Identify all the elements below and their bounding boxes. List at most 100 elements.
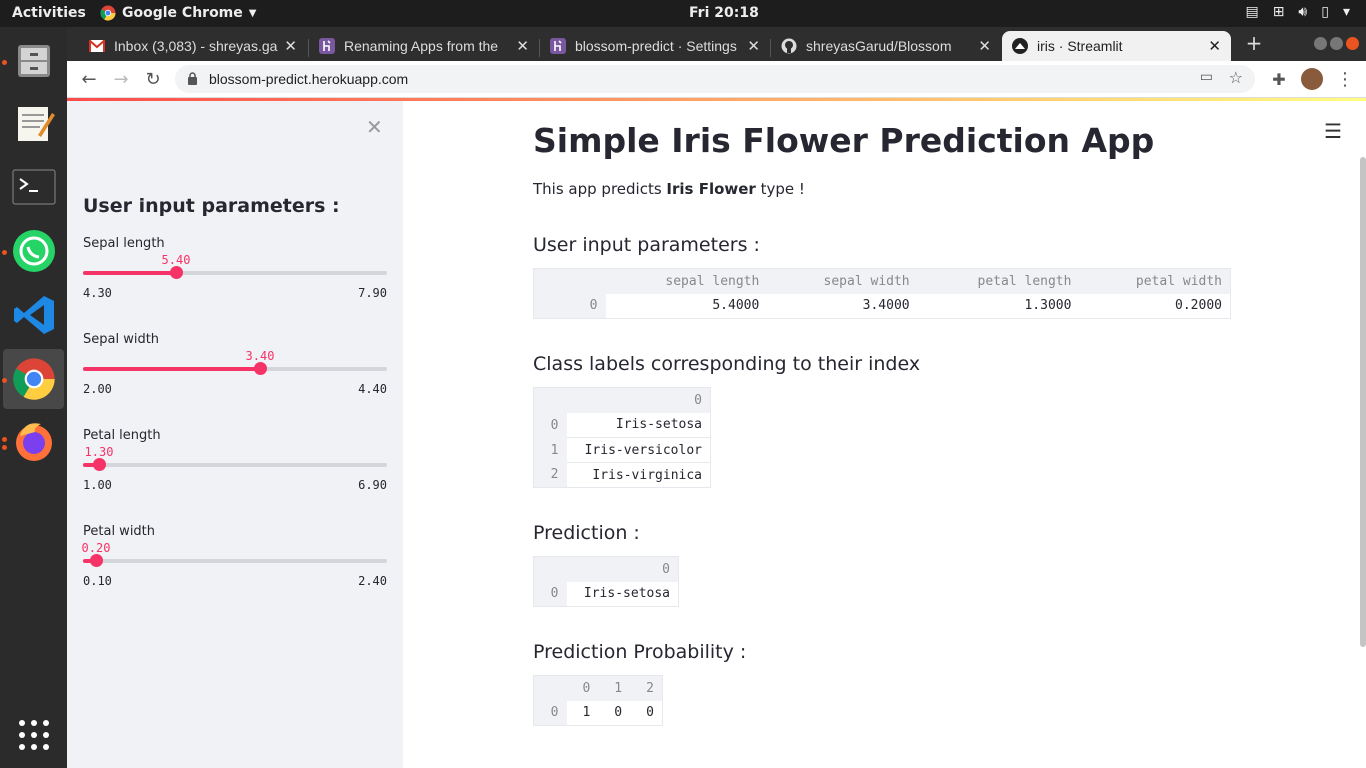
close-window-button[interactable] [1346, 37, 1359, 50]
close-sidebar-icon[interactable]: ✕ [366, 115, 383, 139]
new-tab-button[interactable]: + [1242, 31, 1266, 55]
index-header [533, 387, 567, 413]
chrome-icon [100, 5, 116, 21]
tab-title: iris · Streamlit [1037, 38, 1123, 54]
cast-icon[interactable]: ▭ [1200, 69, 1213, 85]
slider-value: 5.40 [161, 253, 191, 267]
star-icon[interactable]: ☆ [1229, 68, 1243, 87]
slider-thumb[interactable] [254, 362, 267, 375]
close-icon[interactable]: ✕ [516, 37, 529, 55]
tab-title: Inbox (3,083) - shreyas.ga [114, 38, 278, 54]
slider-fill [83, 367, 260, 371]
close-icon[interactable]: ✕ [978, 37, 991, 55]
slider-value: 3.40 [245, 349, 275, 363]
hamburger-menu-icon[interactable]: ☰ [1324, 119, 1342, 143]
tab-github[interactable]: shreyasGarud/Blossom ✕ [771, 31, 1001, 61]
tab-streamlit[interactable]: iris · Streamlit ✕ [1002, 31, 1231, 61]
slider-track[interactable] [83, 559, 387, 563]
slider-label: Sepal width [83, 332, 160, 347]
table-cell: 0.2000 [1079, 293, 1231, 319]
slider-thumb[interactable] [170, 266, 183, 279]
slider-value: 0.20 [81, 541, 111, 555]
tab-heroku-settings[interactable]: blossom-predict · Settings ✕ [540, 31, 770, 61]
url-text: blossom-predict.herokuapp.com [209, 71, 409, 87]
column-header: 0 [566, 556, 679, 582]
dock-firefox[interactable] [3, 411, 64, 471]
slider-petal-width[interactable]: Petal width 0.20 0.10 2.40 [81, 524, 387, 614]
slider-value: 1.30 [84, 445, 114, 459]
row-index: 2 [533, 462, 567, 488]
table-row: 0 Iris-setosa [533, 412, 711, 438]
tab-title: blossom-predict · Settings [575, 38, 737, 54]
tab-title: shreyasGarud/Blossom [806, 38, 952, 54]
sidebar-title: User input parameters : [83, 195, 340, 217]
tab-heroku-renaming[interactable]: Renaming Apps from the ✕ [309, 31, 539, 61]
index-header [533, 268, 606, 294]
streamlit-icon [1012, 38, 1028, 54]
heroku-icon [550, 38, 566, 54]
firefox-icon [15, 423, 52, 461]
file-cabinet-icon [17, 45, 50, 77]
address-bar[interactable]: blossom-predict.herokuapp.com ▭ ☆ [175, 65, 1255, 93]
slider-sepal-length[interactable]: Sepal length 5.40 4.30 7.90 [83, 236, 387, 326]
table-cell: Iris-setosa [566, 412, 711, 438]
clock[interactable]: Fri 20:18 [689, 5, 759, 21]
whatsapp-icon [12, 230, 55, 272]
column-header: petal width [1079, 268, 1231, 294]
github-icon [781, 38, 797, 54]
terminal-icon [12, 169, 55, 205]
slider-label: Sepal length [83, 236, 165, 251]
activities-button[interactable]: Activities [12, 5, 86, 21]
network-icon[interactable]: ⊞ [1273, 4, 1285, 20]
close-icon[interactable]: ✕ [747, 37, 760, 55]
maximize-button[interactable] [1330, 37, 1343, 50]
slider-sepal-width[interactable]: Sepal width 3.40 2.00 4.40 [83, 332, 387, 422]
battery-icon[interactable]: ▯ [1321, 4, 1329, 20]
back-arrow-icon[interactable]: ← [77, 67, 101, 91]
column-header: sepal length [605, 268, 768, 294]
table-cell: 0 [598, 700, 631, 726]
table-cell: Iris-versicolor [566, 437, 711, 463]
close-icon[interactable]: ✕ [284, 37, 297, 55]
extensions-icon[interactable]: ✚ [1267, 67, 1291, 91]
close-icon[interactable]: ✕ [1208, 37, 1221, 55]
table-cell: 0 [630, 700, 663, 726]
dock-chrome[interactable] [3, 349, 64, 409]
table-row: 0 5.4000 3.4000 1.3000 0.2000 [533, 293, 1231, 319]
page-title: Simple Iris Flower Prediction App [533, 121, 1155, 160]
scrollbar[interactable] [1360, 157, 1366, 647]
column-header: sepal width [767, 268, 918, 294]
system-top-bar: Activities Google Chrome ▼ Fri 20:18 ▤ ⊞… [0, 0, 1366, 27]
section-heading-prediction: Prediction : [533, 522, 640, 544]
forward-arrow-icon[interactable]: → [109, 67, 133, 91]
dock-vscode[interactable] [3, 285, 64, 345]
volume-icon[interactable]: 🔊︎ [1298, 4, 1307, 20]
row-index: 1 [533, 437, 567, 463]
power-menu-icon[interactable]: ▾ [1343, 4, 1350, 20]
heroku-icon [319, 38, 335, 54]
dock-terminal[interactable] [3, 157, 64, 217]
row-index: 0 [533, 581, 567, 607]
dock-files[interactable] [3, 31, 64, 91]
avatar[interactable] [1300, 67, 1324, 91]
slider-petal-length[interactable]: Petal length 1.30 1.00 6.90 [83, 428, 387, 518]
section-heading-probability: Prediction Probability : [533, 641, 747, 663]
dock-text-editor[interactable] [3, 93, 64, 153]
dock-whatsapp[interactable] [3, 221, 64, 281]
gmail-icon [89, 40, 105, 52]
intro-text: This app predicts Iris Flower type ! [533, 180, 805, 198]
dock-show-apps[interactable] [3, 705, 64, 765]
app-menu[interactable]: Google Chrome ▼ [100, 5, 256, 21]
tab-gmail[interactable]: Inbox (3,083) - shreyas.ga ✕ [79, 31, 307, 61]
slider-track[interactable] [83, 463, 387, 467]
minimize-button[interactable] [1314, 37, 1327, 50]
kebab-menu-icon[interactable]: ⋮ [1333, 67, 1357, 91]
text-editor-icon [17, 107, 55, 141]
keyboard-icon[interactable]: ▤ [1245, 4, 1258, 20]
slider-thumb[interactable] [93, 458, 106, 471]
slider-min: 2.00 [83, 382, 112, 396]
reload-icon[interactable]: ↻ [141, 67, 165, 91]
slider-thumb[interactable] [90, 554, 103, 567]
system-tray[interactable]: ▤ ⊞ 🔊︎ ▯ ▾ [1245, 4, 1350, 20]
slider-max: 4.40 [358, 382, 387, 396]
